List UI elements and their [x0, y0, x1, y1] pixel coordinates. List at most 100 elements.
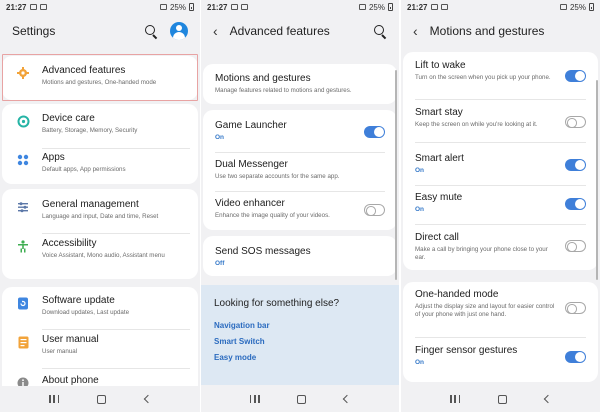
back-nav-icon[interactable] [543, 394, 553, 404]
item-one-handed-mode[interactable]: One-handed mode Adjust the display size … [403, 289, 598, 333]
signal-icon [559, 4, 567, 10]
home-icon[interactable] [297, 394, 307, 404]
recent-apps-icon[interactable] [450, 395, 460, 403]
card-motions-main: Lift to wake Turn on the screen when you… [403, 52, 598, 270]
recent-apps-icon[interactable] [49, 395, 60, 403]
item-send-sos-messages[interactable]: Send SOS messages Off [203, 246, 397, 272]
item-game-launcher[interactable]: Game Launcher On [203, 120, 397, 148]
image-icon [441, 4, 449, 10]
scrollbar[interactable] [596, 80, 598, 280]
item-lift-to-wake[interactable]: Lift to wake Turn on the screen when you… [403, 60, 598, 96]
battery-icon [589, 3, 594, 11]
item-title: Smart alert [415, 153, 464, 164]
easy-mute-toggle[interactable] [565, 198, 586, 210]
battery-percent: 25% [569, 2, 586, 12]
search-icon[interactable] [145, 24, 158, 38]
home-icon[interactable] [498, 394, 507, 404]
item-title: Motions and gestures [215, 73, 311, 84]
nav-bar [401, 386, 600, 412]
manual-icon [15, 334, 31, 350]
battery-percent: 25% [368, 2, 385, 12]
item-status: On [415, 167, 425, 174]
scrollbar[interactable] [395, 70, 397, 280]
item-smart-stay[interactable]: Smart stay Keep the screen on while you'… [403, 107, 598, 137]
link-navigation-bar[interactable]: Navigation bar [214, 321, 270, 330]
item-subtitle: Default apps, App permissions [42, 166, 126, 173]
link-smart-switch[interactable]: Smart Switch [214, 337, 265, 346]
back-arrow-icon[interactable]: ‹ [213, 24, 218, 38]
app-bar: Settings [0, 14, 200, 48]
item-dual-messenger[interactable]: Dual Messenger Use two separate accounts… [203, 159, 397, 187]
back-nav-icon[interactable] [342, 394, 352, 404]
item-subtitle: Turn on the screen when you pick up your… [415, 74, 551, 81]
item-title: Finger sensor gestures [415, 345, 518, 356]
status-time: 21:27 [207, 2, 228, 12]
page-title: Settings [12, 24, 56, 38]
item-subtitle: Battery, Storage, Memory, Security [42, 127, 138, 134]
item-subtitle: Manage features related to motions and g… [215, 87, 352, 94]
divider [415, 99, 586, 100]
item-status: On [415, 206, 425, 213]
status-bar: 21:27 25% [0, 0, 200, 14]
status-time: 21:27 [6, 2, 27, 12]
item-title: User manual [42, 334, 99, 345]
item-subtitle: Use two separate accounts for the same a… [215, 173, 340, 180]
card-motions-secondary: One-handed mode Adjust the display size … [403, 282, 598, 382]
back-arrow-icon[interactable]: ‹ [413, 24, 418, 38]
item-easy-mute[interactable]: Easy mute On [403, 192, 598, 218]
settings-item-apps[interactable]: Apps Default apps, App permissions [2, 152, 198, 182]
item-smart-alert[interactable]: Smart alert On [403, 153, 598, 179]
notification-icon [30, 4, 38, 10]
item-finger-sensor-gestures[interactable]: Finger sensor gestures On [403, 345, 598, 373]
finger-sensor-gestures-toggle[interactable] [565, 351, 586, 363]
card-sos: Send SOS messages Off [203, 236, 397, 276]
signal-icon [159, 4, 167, 10]
account-icon[interactable] [170, 22, 188, 40]
recent-apps-icon[interactable] [249, 395, 260, 403]
item-subtitle: Make a call by bringing your phone close… [415, 246, 548, 261]
sliders-icon [15, 199, 31, 215]
settings-card-software: Software update Download updates, Last u… [2, 287, 198, 397]
app-bar: ‹ Motions and gestures [401, 14, 600, 48]
item-title: Game Launcher [215, 120, 287, 131]
item-title: Lift to wake [415, 60, 466, 71]
item-title: Send SOS messages [215, 246, 311, 257]
page-title: Motions and gestures [429, 24, 545, 38]
item-motions-and-gestures[interactable]: Motions and gestures Manage features rel… [203, 73, 397, 101]
battery-icon [189, 3, 194, 11]
item-title: Easy mute [415, 192, 463, 203]
item-title: Dual Messenger [215, 159, 288, 170]
item-title: General management [42, 199, 139, 210]
back-nav-icon[interactable] [143, 394, 153, 404]
apps-grid-icon [15, 152, 31, 168]
image-icon [40, 4, 48, 10]
divider [415, 337, 586, 338]
settings-item-software-update[interactable]: Software update Download updates, Last u… [2, 295, 198, 325]
lift-to-wake-toggle[interactable] [565, 70, 586, 82]
settings-item-user-manual[interactable]: User manual User manual [2, 334, 198, 364]
video-enhancer-toggle[interactable] [364, 204, 385, 216]
direct-call-toggle[interactable] [565, 240, 586, 252]
game-launcher-toggle[interactable] [364, 126, 385, 138]
settings-item-device-care[interactable]: Device care Battery, Storage, Memory, Se… [2, 113, 198, 143]
home-icon[interactable] [97, 394, 107, 404]
settings-item-general-management[interactable]: General management Language and input, D… [2, 199, 198, 229]
item-direct-call[interactable]: Direct call Make a call by bringing your… [403, 232, 598, 266]
battery-percent: 25% [169, 2, 186, 12]
settings-item-accessibility[interactable]: Accessibility Voice Assistant, Mono audi… [2, 238, 198, 276]
item-subtitle: Adjust the display size and layout for e… [415, 303, 555, 318]
item-video-enhancer[interactable]: Video enhancer Enhance the image quality… [203, 198, 397, 226]
divider [415, 142, 586, 143]
looking-for-something-else-panel: Looking for something else? Navigation b… [201, 285, 399, 385]
image-icon [241, 4, 249, 10]
item-status: On [415, 359, 425, 366]
notification-icon [231, 4, 239, 10]
smart-stay-toggle[interactable] [565, 116, 586, 128]
notification-icon [431, 4, 439, 10]
nav-bar [201, 386, 399, 412]
link-easy-mode[interactable]: Easy mode [214, 353, 256, 362]
divider [415, 224, 586, 225]
search-icon[interactable] [374, 24, 387, 38]
smart-alert-toggle[interactable] [565, 159, 586, 171]
one-handed-mode-toggle[interactable] [565, 302, 586, 314]
